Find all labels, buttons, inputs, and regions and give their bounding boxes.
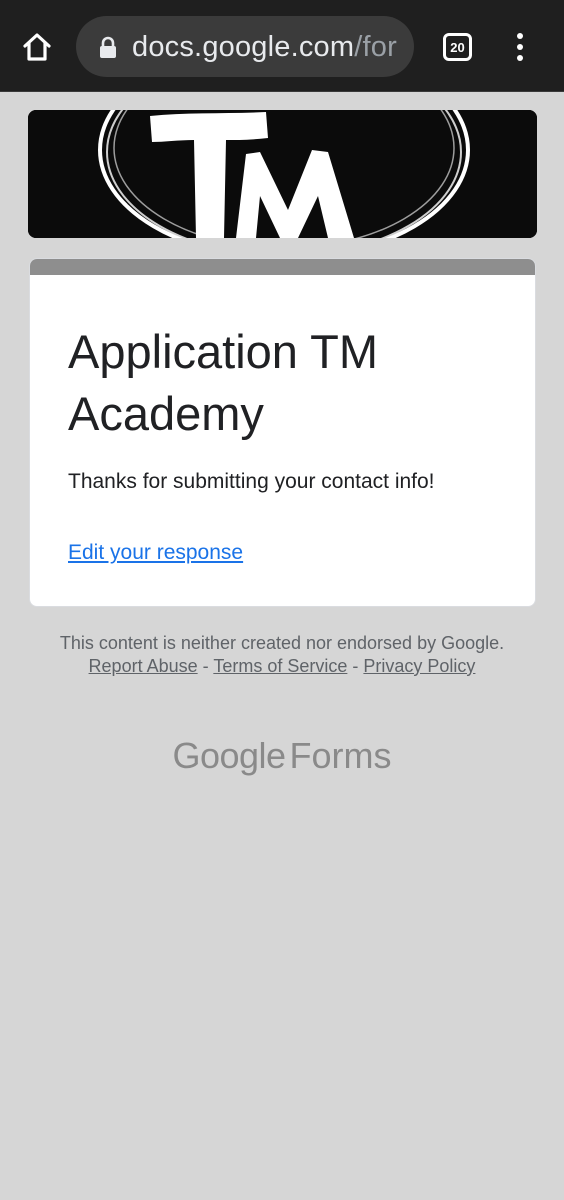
address-bar[interactable]: docs.google.com/for (76, 16, 414, 77)
terms-of-service-link[interactable]: Terms of Service (213, 656, 347, 676)
browser-toolbar: docs.google.com/for 20 (0, 0, 564, 92)
edit-response-link[interactable]: Edit your response (68, 539, 243, 567)
brand-forms: Forms (289, 735, 392, 776)
url-path: /for (354, 31, 397, 63)
disclaimer-text: This content is neither created nor endo… (59, 633, 505, 653)
menu-dot (517, 55, 523, 61)
tab-count: 20 (450, 39, 465, 55)
tm-logo-image (28, 110, 537, 238)
more-vert-icon[interactable] (506, 28, 534, 66)
menu-dot (517, 33, 523, 39)
form-title: Application TM Academy (68, 325, 378, 440)
home-button[interactable] (14, 24, 60, 70)
url-host: docs.google.com (132, 31, 355, 63)
footer-disclaimer: This content is neither created nor endo… (40, 632, 524, 678)
lock-icon (100, 36, 116, 58)
confirmation-card: Application TM Academy Thanks for submit… (29, 258, 536, 607)
url-text: docs.google.com/for (132, 30, 397, 64)
menu-dot (517, 44, 523, 50)
card-accent-bar (30, 259, 535, 275)
footer-separator: - (202, 656, 209, 676)
tab-switcher-icon[interactable]: 20 (443, 33, 472, 61)
report-abuse-link[interactable]: Report Abuse (89, 656, 198, 676)
form-header-banner (28, 110, 537, 238)
google-forms-logo[interactable]: Google Forms (0, 734, 564, 778)
home-icon (23, 33, 51, 61)
confirmation-message: Thanks for submitting your contact info! (68, 470, 435, 493)
brand-google: Google (172, 735, 286, 776)
footer-separator: - (352, 656, 359, 676)
privacy-policy-link[interactable]: Privacy Policy (363, 656, 475, 676)
